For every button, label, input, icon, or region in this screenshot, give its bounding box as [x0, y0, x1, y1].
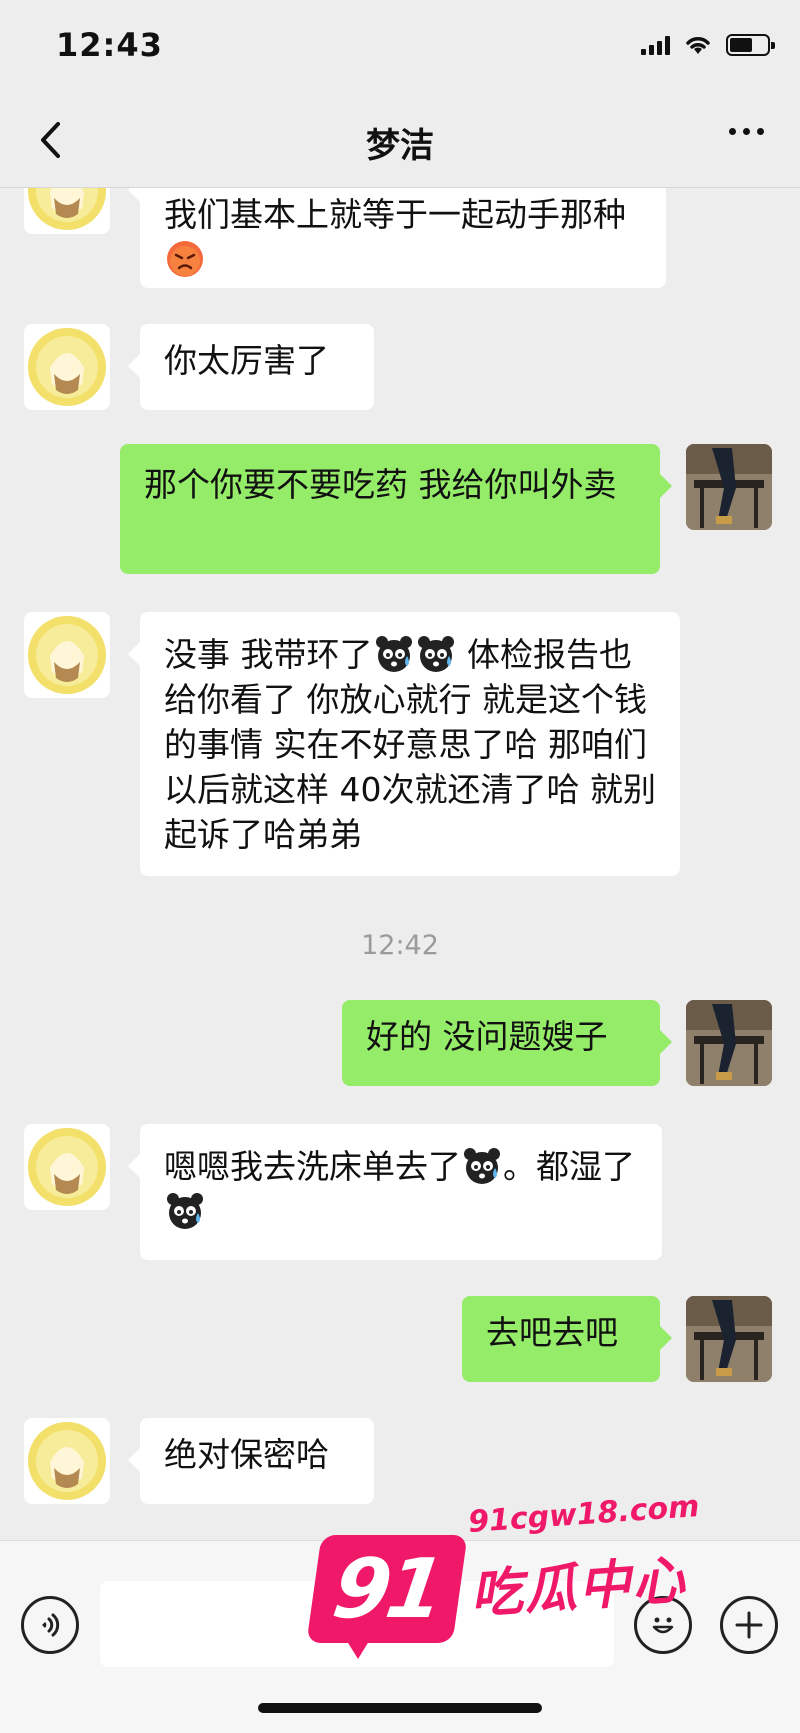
status-time: 12:43 [56, 26, 163, 64]
message-outgoing: 好的 没问题嫂子 [0, 1000, 800, 1088]
watermark-number: 91 [327, 1541, 447, 1637]
message-bubble[interactable]: 你太厉害了 [128, 324, 374, 410]
wifi-icon [686, 37, 710, 54]
cellular-signal-icon [641, 35, 670, 55]
message-bubble[interactable]: 好的 没问题嫂子 [342, 1000, 672, 1086]
user-avatar[interactable] [686, 444, 772, 530]
angry-face-emoji [167, 241, 203, 277]
watermark-logo: 91 91cgw18.com 吃瓜中心 [300, 1489, 700, 1665]
message-outgoing: 那个你要不要吃药 我给你叫外卖 [0, 444, 800, 574]
more-options-button[interactable] [729, 128, 764, 135]
plus-icon [735, 1611, 763, 1639]
watermark-badge-tail [342, 1633, 374, 1659]
message-bubble[interactable]: 那个你要不要吃药 我给你叫外卖 [120, 444, 672, 574]
message-incoming: 我们基本上就等于一起动手那种 [0, 188, 800, 288]
message-incoming: 嗯嗯我去洗床单去了 。都湿了 [0, 1124, 800, 1262]
sweat-bear-emoji [375, 636, 412, 672]
message-incoming: 没事 我带环了 体检报告也给你看了 你放心就行 就是这个钱的事情 实在不好意思了… [0, 612, 800, 878]
home-indicator [258, 1703, 542, 1713]
message-bubble[interactable]: 没事 我带环了 体检报告也给你看了 你放心就行 就是这个钱的事情 实在不好意思了… [128, 612, 680, 876]
message-bubble[interactable]: 绝对保密哈 [128, 1418, 374, 1504]
voice-icon [42, 1613, 60, 1637]
contact-avatar[interactable] [24, 1124, 110, 1210]
status-icons [641, 34, 775, 56]
sweat-bear-emoji [464, 1148, 500, 1184]
message-outgoing: 去吧去吧 [0, 1296, 800, 1384]
contact-avatar[interactable] [24, 612, 110, 698]
message-timestamp: 12:42 [361, 930, 439, 961]
message-bubble[interactable]: 嗯嗯我去洗床单去了 。都湿了 [128, 1124, 662, 1260]
contact-avatar[interactable] [24, 188, 110, 234]
watermark-url: 91cgw18.com [467, 1488, 701, 1541]
message-bubble[interactable]: 我们基本上就等于一起动手那种 [128, 188, 666, 288]
message-incoming: 你太厉害了 [0, 324, 800, 414]
contact-avatar[interactable] [24, 1418, 110, 1504]
contact-avatar[interactable] [24, 324, 110, 410]
user-avatar[interactable] [686, 1000, 772, 1086]
sweat-bear-emoji [417, 636, 454, 672]
chat-area[interactable]: 我们基本上就等于一起动手那种 你太厉害了 那个你要不要吃药 我给你叫外卖 没事 … [0, 188, 800, 1540]
more-functions-button[interactable] [720, 1596, 778, 1654]
voice-input-button[interactable] [21, 1596, 79, 1654]
sweat-bear-emoji [167, 1193, 203, 1229]
message-bubble[interactable]: 去吧去吧 [462, 1296, 672, 1382]
battery-icon [726, 34, 775, 56]
watermark-text: 吃瓜中心 [468, 1550, 689, 1626]
top-bar: 12:43 梦洁 [0, 0, 800, 188]
watermark-badge: 91 [306, 1535, 468, 1643]
chat-title: 梦洁 [366, 126, 434, 166]
user-avatar[interactable] [686, 1296, 772, 1382]
